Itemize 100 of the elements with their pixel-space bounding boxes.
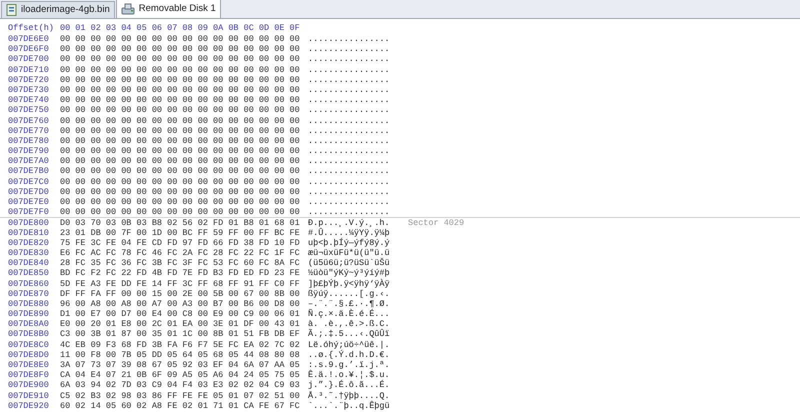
- hex-bytes: E0 00 20 01 E8 00 2C 01 EA 00 3E 01 DF 00 43 01: [60, 319, 301, 330]
- offset-header: Offset(h): [7, 22, 55, 34]
- ascii-text: ................: [308, 126, 391, 136]
- hex-bytes: C3 00 3B 01 87 00 35 01 1C 00 8B 01 51 FB DB EF: [60, 329, 301, 340]
- offset-cell-text: 007DE860: [7, 278, 50, 289]
- offset-cell-text: 007DE6F0: [7, 44, 50, 54]
- hex-bytes: 00 00 00 00 00 00 00 00 00 00 00 00 00 00 00 00: [60, 116, 301, 126]
- ascii-text: j.”.}.É.ô.ã...É.: [308, 380, 391, 391]
- ascii-text: à. .è.,.ê.>.ß.C.: [308, 319, 391, 330]
- hex-bytes: 00 00 00 00 00 00 00 00 00 00 00 00 00 00 00 00: [60, 156, 301, 166]
- offset-cell-text: 007DE750: [7, 105, 50, 116]
- offset-cell-text: 007DE710: [7, 64, 50, 75]
- hex-bytes: 00 00 00 00 00 00 00 00 00 00 00 00 00 00 00 00: [60, 207, 301, 218]
- ascii-text: ................: [308, 207, 391, 218]
- ascii-text: :.s.9.g.’.ï.j.ª.: [308, 360, 391, 370]
- ascii-text: ½üòü"ýKý~ý³ýíý#þ: [308, 268, 391, 278]
- offset-cell-text: 007DE770: [7, 126, 50, 136]
- hex-bytes: 00 00 00 00 00 00 00 00 00 00 00 00 00 00 00 00: [60, 84, 301, 96]
- offset-cell-text: 007DE830: [7, 248, 50, 258]
- offset-cell-text: 007DE900: [7, 380, 50, 391]
- hex-bytes: 00 00 00 00 00 00 00 00 00 00 00 00 00 00 00 00: [60, 146, 301, 156]
- sector-label: Sector 4029: [408, 218, 464, 228]
- hex-bytes: CA 04 E4 07 21 0B 6F 09 A5 05 A6 04 24 05 75 05: [60, 370, 301, 380]
- offset-cell-text: 007DE7B0: [7, 166, 50, 177]
- ascii-text: ................: [308, 54, 391, 65]
- hex-bytes: 96 00 A8 00 A8 00 A7 00 A3 00 B7 00 B6 00 D8 00: [60, 298, 301, 310]
- hex-bytes: E6 FC AC FC 78 FC 46 FC 2A FC 28 FC 22 FC 1F FC: [60, 248, 301, 258]
- ascii-text: (ü5ü6ü;ü?üSü`üŠü: [308, 258, 391, 268]
- offset-cell-text: 007DE850: [7, 268, 50, 279]
- ascii-text: `...`.¨þ..q.Êþgü: [308, 400, 391, 411]
- offset-cell-text: 007DE8F0: [7, 370, 50, 380]
- offset-cell-text: 007DE890: [7, 309, 50, 320]
- offset-cell-text: 007DE8A0: [7, 319, 50, 330]
- ascii-text: ................: [308, 44, 391, 54]
- hex-bytes: 23 01 DB 00 7F 00 1D 00 BC FF 59 FF 00 FF BC FE: [60, 228, 301, 238]
- hex-bytes: 4C EB 09 F3 68 FD 3B FA F6 F7 5E FC EA 02 7C 02: [60, 340, 301, 350]
- ascii-text: ................: [308, 116, 391, 126]
- hex-bytes: 00 00 00 00 00 00 00 00 00 00 00 00 00 00 00 00: [60, 54, 301, 65]
- ascii-text: uþ<þ.þÍý—ýfý8ý.ý: [308, 238, 391, 248]
- offset-cell-text: 007DE790: [7, 146, 50, 156]
- hex-bytes: 00 00 00 00 00 00 00 00 00 00 00 00 00 00 00 00: [60, 176, 301, 187]
- offset-cell-text: 007DE740: [7, 95, 50, 106]
- column-header: 00 01 02 03 04 05 06 07 08 09 0A 0B 0C 0D 0E 0F: [60, 22, 300, 34]
- ascii-text: Ê.ä.!.o.¥.¦.$.u.: [308, 370, 391, 380]
- ascii-text: ..ø.{.Ý.d.h.D.€.: [308, 350, 391, 360]
- hex-bytes: BD FC F2 FC 22 FD 4B FD 7E FD B3 FD ED FD 23 FE: [60, 268, 301, 279]
- offset-cell-text: 007DE760: [7, 116, 50, 126]
- offset-cell-text: 007DE720: [7, 74, 50, 85]
- offset-cell-text: 007DE810: [7, 228, 50, 238]
- offset-cell-text: 007DE920: [7, 400, 50, 411]
- offset-cell-text: 007DE7C0: [7, 176, 50, 187]
- ascii-text: Ñ.ç.×.ä.È.é.É...: [308, 309, 391, 320]
- ascii-text: ................: [308, 34, 391, 44]
- hex-bytes: 75 FE 3C FE 04 FE CD FD 97 FD 66 FD 38 FD 10 FD: [60, 238, 301, 248]
- hex-bytes: 00 00 00 00 00 00 00 00 00 00 00 00 00 00 00 00: [60, 34, 301, 44]
- hex-bytes: 00 00 00 00 00 00 00 00 00 00 00 00 00 00 00 00: [60, 197, 301, 208]
- offset-cell-text: 007DE7D0: [7, 186, 50, 198]
- offset-cell-text: 007DE880: [7, 298, 50, 310]
- ascii-text: ................: [308, 166, 391, 177]
- ascii-text: ................: [308, 64, 391, 75]
- offset-cell-text: 007DE800: [7, 218, 50, 228]
- ascii-text: Lë.óhý;úö÷^üê.|.: [308, 340, 391, 350]
- ascii-text: ßÿúÿ......[.g.‹.: [308, 288, 391, 299]
- ascii-text: ................: [308, 156, 391, 166]
- hex-bytes: 11 00 F8 00 7B 05 DD 05 64 05 68 05 44 08 80 08: [60, 350, 301, 360]
- ascii-text: Å.³.˜.†ÿþþ....Q.: [308, 390, 391, 401]
- disk-drive-icon: [120, 3, 135, 15]
- offset-cell-text: 007DE7A0: [7, 156, 50, 166]
- offset-cell-text: 007DE7E0: [7, 197, 50, 208]
- offset-cell-text: 007DE8D0: [7, 350, 50, 360]
- offset-cell-text: 007DE8E0: [7, 360, 50, 370]
- offset-cell-text: 007DE870: [7, 288, 50, 299]
- ascii-text: æü¬üxüFü*ü(ü"ü.ü: [308, 248, 391, 258]
- ascii-text: ................: [308, 105, 391, 116]
- offset-cell-text: 007DE730: [7, 84, 50, 96]
- offset-cell-text: 007DE6E0: [7, 34, 50, 44]
- tab[interactable]: iloaderimage-4gb.bin: [1, 1, 115, 18]
- offset-cell-text: 007DE910: [7, 390, 50, 401]
- offset-cell-text: 007DE840: [7, 258, 50, 268]
- hex-bytes: D1 00 E7 00 D7 00 E4 00 C8 00 E9 00 C9 00 06 01: [60, 309, 301, 320]
- document-icon: [6, 4, 17, 16]
- hex-bytes: 3A 07 73 07 39 08 67 05 92 03 EF 04 6A 07 AA 05: [60, 360, 301, 370]
- hex-bytes: 00 00 00 00 00 00 00 00 00 00 00 00 00 00 00 00: [60, 44, 301, 54]
- offset-cell-text: 007DE780: [7, 136, 50, 146]
- offset-cell-text: 007DE820: [7, 238, 50, 248]
- ascii-text: ................: [308, 176, 391, 187]
- ascii-text: ................: [308, 146, 391, 156]
- hex-bytes: 00 00 00 00 00 00 00 00 00 00 00 00 00 00 00 00: [60, 64, 301, 75]
- hex-bytes: 00 00 00 00 00 00 00 00 00 00 00 00 00 00 00 00: [60, 74, 301, 85]
- ascii-text: ................: [308, 186, 391, 198]
- ascii-text: –.¨.¨.§.£.·.¶.Ø.: [308, 298, 391, 309]
- ascii-text: ................: [308, 136, 391, 146]
- hex-bytes: 5D FE A3 FE DD FE 14 FF 3C FF 68 FF 91 FF C0 FF: [60, 278, 301, 289]
- ascii-text: #.Û.....¼ÿYÿ.ÿ¼þ: [308, 228, 391, 238]
- ascii-text: Ð.p...¸.V.ý.¸.h.: [308, 218, 391, 228]
- tab[interactable]: Removable Disk 1: [116, 0, 221, 18]
- ascii-text: ................: [308, 197, 391, 208]
- ascii-text: ................: [308, 95, 391, 106]
- hex-bytes: DF FF FA FF 00 00 15 00 2E 00 5B 00 67 00 8B 00: [60, 288, 301, 299]
- hex-bytes: 00 00 00 00 00 00 00 00 00 00 00 00 00 00 00 00: [60, 105, 301, 116]
